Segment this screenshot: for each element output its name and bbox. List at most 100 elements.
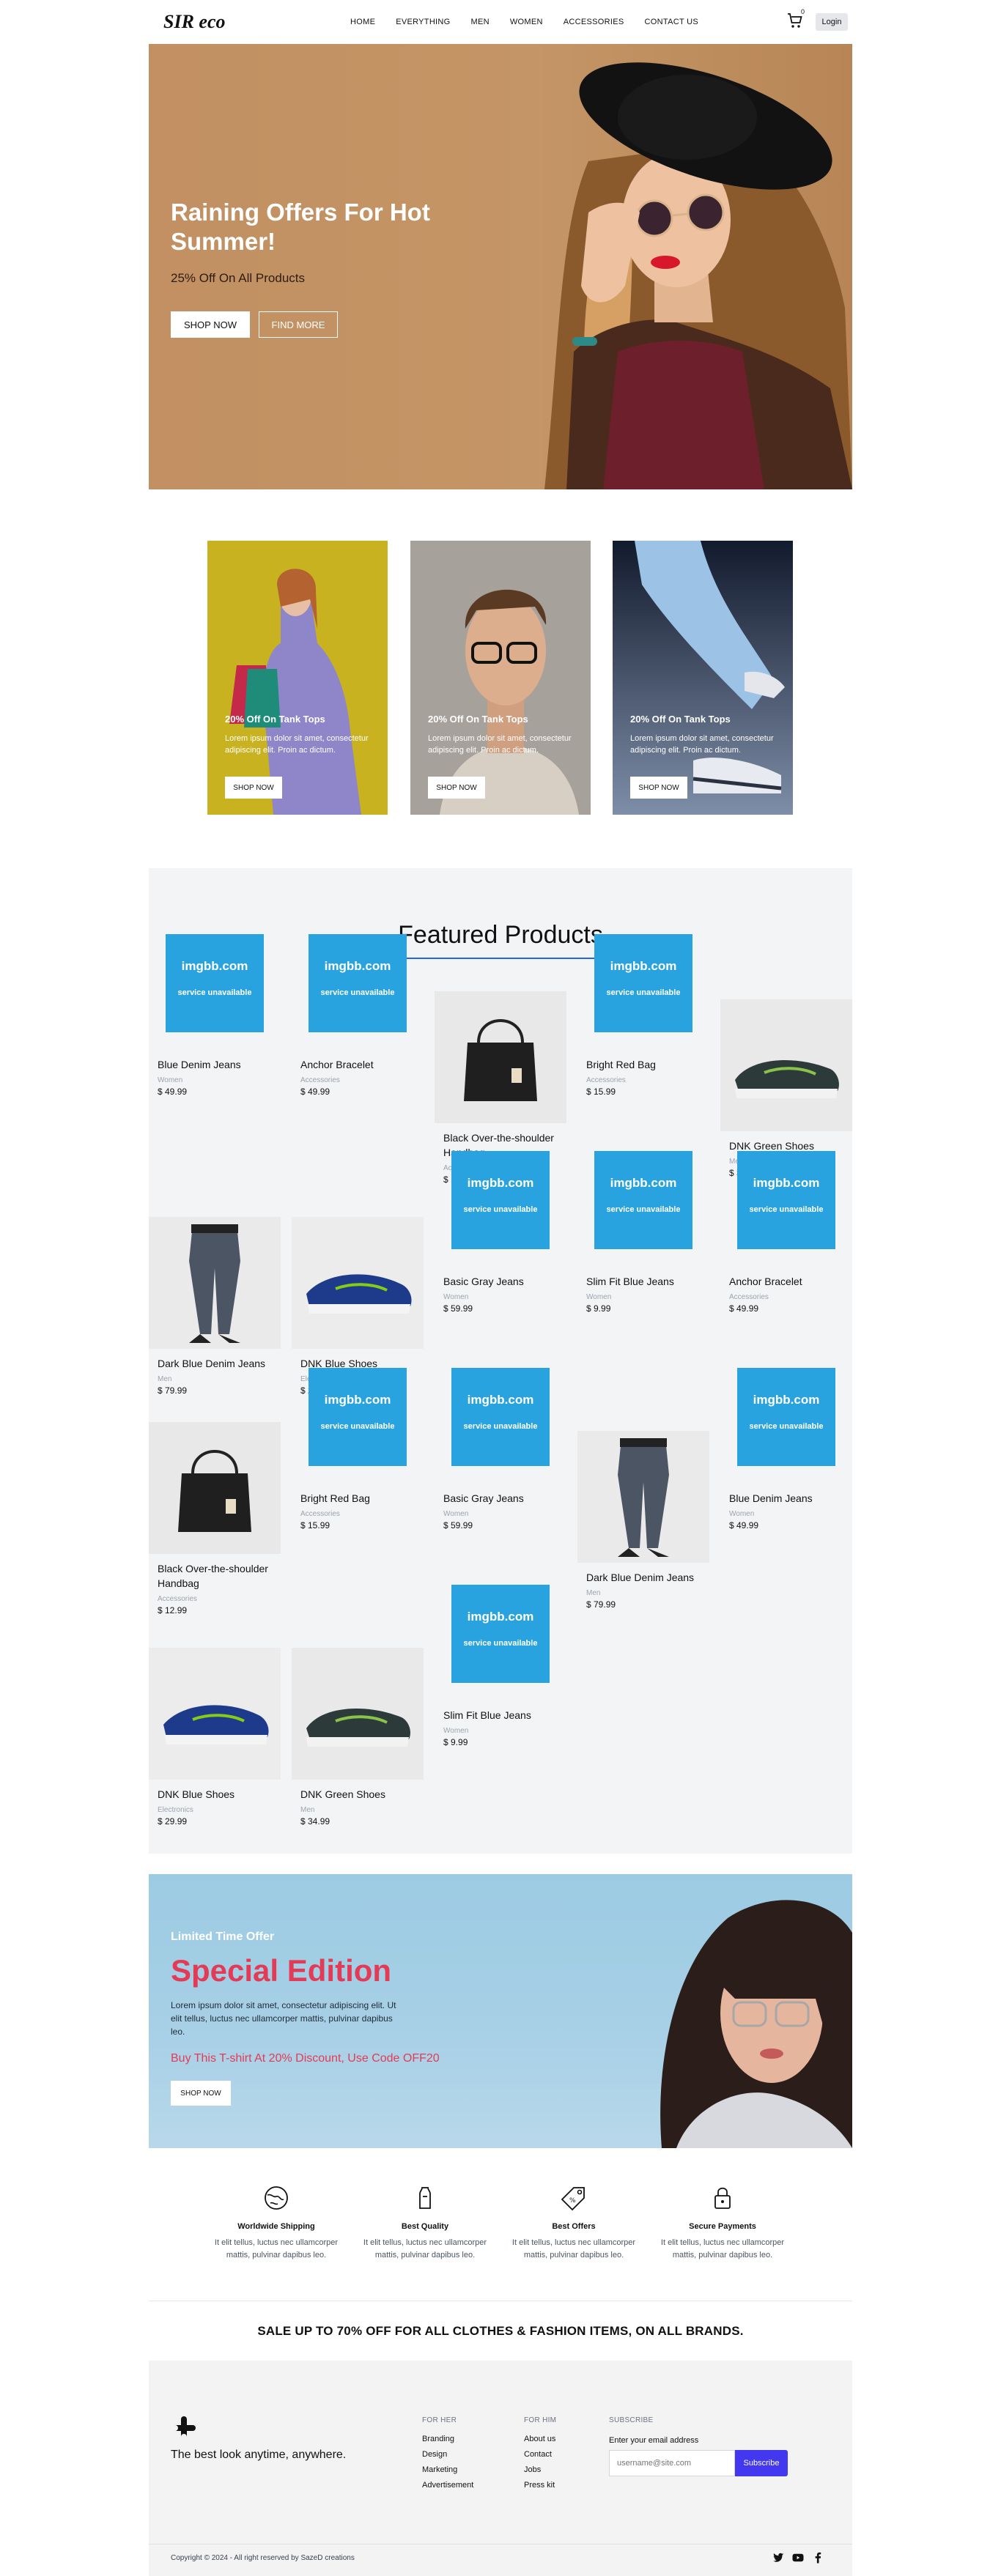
product-image-placeholder[interactable]: imgbb.com service unavailable xyxy=(149,918,281,1050)
product-name[interactable]: Blue Denim Jeans xyxy=(158,1057,275,1072)
product-image-green-shoes[interactable] xyxy=(720,999,852,1131)
promo-text: Lorem ipsum dolor sit amet, consectetur … xyxy=(225,734,369,755)
product-image-placeholder[interactable]: imgbb.com service unavailable xyxy=(292,918,424,1050)
product-name[interactable]: Anchor Bracelet xyxy=(729,1274,846,1289)
promo-shop-button[interactable]: SHOP NOW xyxy=(630,777,687,799)
product-name[interactable]: Bright Red Bag xyxy=(586,1057,703,1072)
placeholder-subtitle: service unavailable xyxy=(463,1205,538,1214)
footer-link[interactable]: Contact xyxy=(524,2447,556,2462)
hero-find-more-button[interactable]: FIND MORE xyxy=(259,311,338,338)
shirt-icon xyxy=(419,2187,431,2209)
facebook-icon[interactable] xyxy=(811,2551,824,2564)
feature-name: Best Offers xyxy=(552,2222,596,2231)
site-logo[interactable]: SIR eco xyxy=(163,11,226,33)
feature-payments: Secure Payments It elit tellus, luctus n… xyxy=(649,2183,796,2262)
product-image-placeholder[interactable]: imgbb.com service unavailable xyxy=(720,1135,852,1267)
hero-model-image xyxy=(544,62,852,489)
placeholder-subtitle: service unavailable xyxy=(177,988,252,997)
product-name[interactable]: Dark Blue Denim Jeans xyxy=(158,1356,275,1371)
product-name[interactable]: Black Over-the-shoulder Handbag xyxy=(158,1561,275,1591)
special-tag: Limited Time Offer xyxy=(171,1931,275,1943)
product-name[interactable]: Bright Red Bag xyxy=(300,1491,418,1506)
product-name[interactable]: Blue Denim Jeans xyxy=(729,1491,846,1506)
product-name[interactable]: DNK Green Shoes xyxy=(300,1787,418,1802)
product-category: Men xyxy=(300,1806,315,1814)
product-price: $ 49.99 xyxy=(300,1087,330,1097)
nav-women[interactable]: WOMEN xyxy=(510,18,543,26)
product-name[interactable]: Dark Blue Denim Jeans xyxy=(586,1570,703,1585)
youtube-icon[interactable] xyxy=(791,2551,805,2564)
globe-icon xyxy=(265,2186,288,2210)
placeholder-title: imgbb.com xyxy=(324,959,391,973)
product-name[interactable]: Slim Fit Blue Jeans xyxy=(443,1708,561,1722)
nav-everything[interactable]: EVERYTHING xyxy=(396,18,450,26)
product-image-jeans[interactable] xyxy=(577,1431,709,1563)
product-image-placeholder[interactable]: imgbb.com service unavailable xyxy=(292,1352,424,1484)
product-category: Accessories xyxy=(586,1076,626,1084)
product-name[interactable]: Basic Gray Jeans xyxy=(443,1491,561,1506)
feature-shipping: Worldwide Shipping It elit tellus, luctu… xyxy=(203,2183,350,2262)
special-code: Buy This T-shirt At 20% Discount, Use Co… xyxy=(171,2052,440,2065)
site-header: SIR eco HOME EVERYTHING MEN WOMEN ACCESS… xyxy=(149,0,852,44)
promo-title: 20% Off On Tank Tops xyxy=(428,714,528,725)
product-image-jeans[interactable] xyxy=(149,1217,281,1349)
product-category: Accessories xyxy=(300,1510,340,1518)
special-shop-button[interactable]: SHOP NOW xyxy=(171,2081,231,2106)
product-image-green-shoes[interactable] xyxy=(292,1648,424,1780)
subscribe-email-input[interactable] xyxy=(609,2450,735,2476)
placeholder-subtitle: service unavailable xyxy=(463,1639,538,1648)
hero-shop-button[interactable]: SHOP NOW xyxy=(171,311,250,338)
product-price: $ 79.99 xyxy=(158,1385,188,1396)
nav-men[interactable]: MEN xyxy=(471,18,490,26)
product-image-handbag[interactable] xyxy=(149,1422,281,1554)
subscribe-button[interactable]: Subscribe xyxy=(735,2450,788,2476)
product-price: $ 15.99 xyxy=(300,1520,330,1531)
product-price: $ 49.99 xyxy=(158,1087,188,1097)
promo-shop-button[interactable]: SHOP NOW xyxy=(428,777,485,799)
image-unavailable-placeholder: imgbb.com service unavailable xyxy=(594,1151,692,1249)
product-category: Accessories xyxy=(300,1076,340,1084)
feature-desc: It elit tellus, luctus nec ullamcorper m… xyxy=(511,2238,636,2259)
product-image-placeholder[interactable]: imgbb.com service unavailable xyxy=(435,1352,566,1484)
product-name[interactable]: Basic Gray Jeans xyxy=(443,1274,561,1289)
tag-icon: % xyxy=(561,2187,585,2211)
placeholder-subtitle: service unavailable xyxy=(320,1422,395,1431)
feature-name: Best Quality xyxy=(401,2222,449,2231)
image-unavailable-placeholder: imgbb.com service unavailable xyxy=(594,934,692,1032)
login-button[interactable]: Login xyxy=(816,13,848,31)
product-image-placeholder[interactable]: imgbb.com service unavailable xyxy=(435,1135,566,1267)
footer-link[interactable]: Branding xyxy=(422,2432,473,2447)
promo-text: Lorem ipsum dolor sit amet, consectetur … xyxy=(630,734,774,755)
nav-accessories[interactable]: ACCESSORIES xyxy=(564,18,624,26)
sale-banner: SALE UP TO 70% OFF FOR ALL CLOTHES & FAS… xyxy=(257,2324,744,2338)
product-image-placeholder[interactable]: imgbb.com service unavailable xyxy=(577,1135,709,1267)
page: SIR eco HOME EVERYTHING MEN WOMEN ACCESS… xyxy=(0,0,1001,2576)
product-image-placeholder[interactable]: imgbb.com service unavailable xyxy=(577,918,709,1050)
product-image-handbag[interactable] xyxy=(435,991,566,1123)
product-name[interactable]: Anchor Bracelet xyxy=(300,1057,418,1072)
image-unavailable-placeholder: imgbb.com service unavailable xyxy=(451,1585,550,1683)
footer-link[interactable]: Advertisement xyxy=(422,2478,473,2493)
product-category: Women xyxy=(586,1293,612,1301)
footer-link[interactable]: Design xyxy=(422,2447,473,2462)
product-name[interactable]: DNK Blue Shoes xyxy=(158,1787,275,1802)
placeholder-subtitle: service unavailable xyxy=(320,988,395,997)
product-name[interactable]: Slim Fit Blue Jeans xyxy=(586,1274,703,1289)
footer-link[interactable]: Marketing xyxy=(422,2462,473,2478)
product-image-blue-shoes[interactable] xyxy=(292,1217,424,1349)
product-image-placeholder[interactable]: imgbb.com service unavailable xyxy=(435,1569,566,1700)
nav-contact[interactable]: CONTACT US xyxy=(645,18,699,26)
promo-shop-button[interactable]: SHOP NOW xyxy=(225,777,282,799)
placeholder-subtitle: service unavailable xyxy=(749,1422,824,1431)
product-image-placeholder[interactable]: imgbb.com service unavailable xyxy=(720,1352,852,1484)
nav-home[interactable]: HOME xyxy=(350,18,375,26)
site-footer: The best look anytime, anywhere. FOR HER… xyxy=(149,2361,852,2576)
footer-link[interactable]: About us xyxy=(524,2432,556,2447)
twitter-icon[interactable] xyxy=(772,2551,785,2564)
product-price: $ 79.99 xyxy=(586,1599,616,1610)
footer-link[interactable]: Press kit xyxy=(524,2478,556,2493)
product-image-blue-shoes[interactable] xyxy=(149,1648,281,1780)
product-price: $ 15.99 xyxy=(586,1087,616,1097)
brand-puzzle-icon xyxy=(172,2416,196,2440)
footer-link[interactable]: Jobs xyxy=(524,2462,556,2478)
